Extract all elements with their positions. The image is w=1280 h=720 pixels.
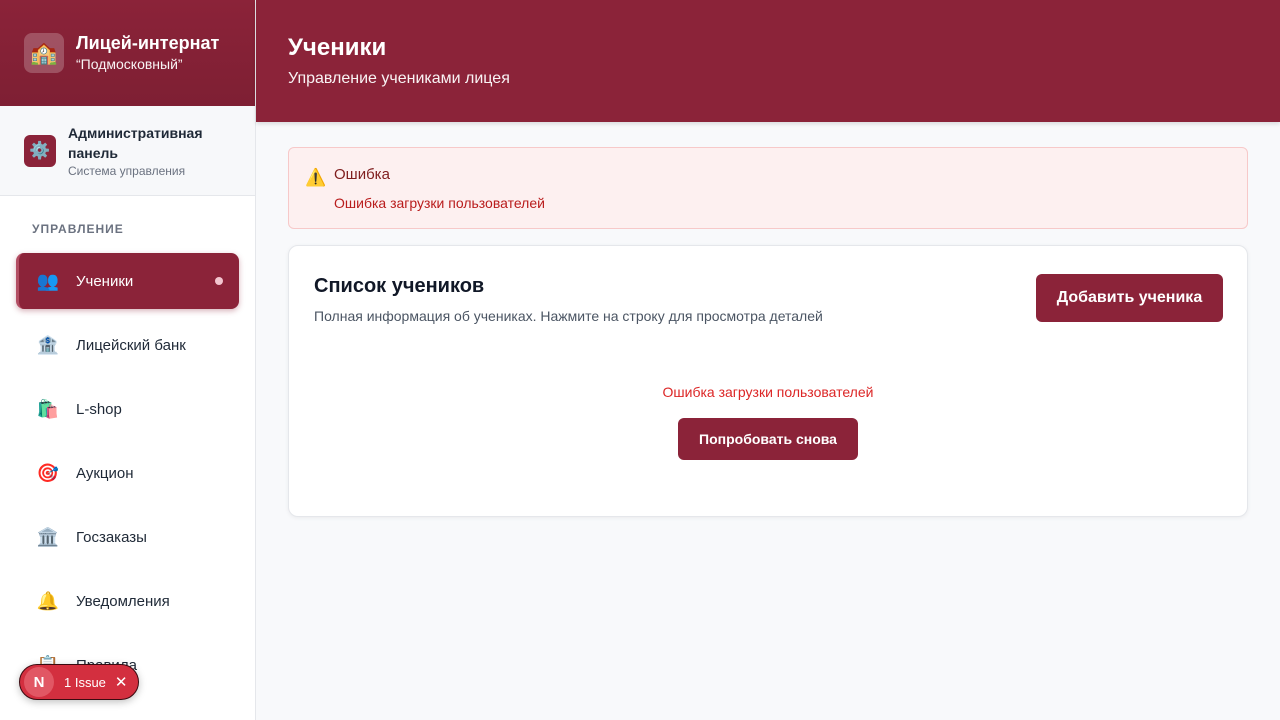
admin-panel-info: ⚙️ Административная панель Система управ… (0, 106, 255, 196)
bank-icon: 🏦 (36, 334, 60, 355)
card-description: Полная информация об учениках. Нажмите н… (314, 308, 823, 324)
brand-subtitle: “Подмосковный” (76, 56, 183, 72)
sidebar-item-label: Ученики (76, 272, 134, 290)
nextjs-logo-icon: N (24, 667, 54, 697)
sidebar-item-label: Лицейский банк (76, 336, 186, 354)
brand-header[interactable]: 🏫 Лицей-интернат “Подмосковный” (0, 0, 255, 106)
error-alert: ⚠️ Ошибка Ошибка загрузки пользователей (288, 147, 1248, 229)
students-list-card: Список учеников Полная информация об уче… (288, 245, 1248, 517)
add-student-button[interactable]: Добавить ученика (1036, 274, 1223, 322)
close-icon[interactable]: ✕ (115, 673, 128, 691)
bell-icon: 🔔 (36, 590, 60, 611)
gear-icon: ⚙️ (24, 134, 56, 167)
users-icon: 👥 (36, 270, 60, 291)
warning-icon: ⚠️ (305, 168, 327, 187)
admin-title: Административная панель (68, 124, 203, 161)
page-title: Ученики (288, 34, 387, 61)
nav-section-label: УПРАВЛЕНИЕ (32, 222, 124, 236)
sidebar-item-students[interactable]: 👥 Ученики (16, 253, 239, 309)
card-title: Список учеников (314, 275, 485, 297)
brand-title: Лицей-интернат (76, 33, 220, 53)
sidebar-item-label: Уведомления (76, 592, 170, 610)
page-subtitle: Управление учениками лицея (288, 70, 510, 87)
school-logo-icon: 🏫 (24, 33, 64, 73)
alert-title: Ошибка (334, 166, 390, 183)
alert-message: Ошибка загрузки пользователей (334, 195, 545, 211)
load-error-text: Ошибка загрузки пользователей (662, 384, 874, 400)
sidebar-item-shop[interactable]: 🛍️ L-shop (16, 381, 239, 437)
active-indicator-dot (215, 277, 223, 285)
shopping-bags-icon: 🛍️ (36, 398, 60, 419)
sidebar-item-bank[interactable]: 🏦 Лицейский банк (16, 317, 239, 373)
sidebar-item-notifications[interactable]: 🔔 Уведомления (16, 573, 239, 629)
page-header: Ученики Управление учениками лицея (256, 0, 1280, 122)
issues-badge[interactable]: N 1 Issue ✕ (19, 664, 139, 700)
sidebar-item-label: Госзаказы (76, 528, 147, 546)
admin-subtitle: Система управления (68, 163, 186, 178)
government-building-icon: 🏛️ (36, 526, 60, 547)
sidebar-item-label: Аукцион (76, 464, 134, 482)
sidebar-item-label: L-shop (76, 400, 122, 418)
issues-count-label[interactable]: 1 Issue (64, 675, 106, 690)
target-icon: 🎯 (36, 462, 60, 483)
sidebar-nav: 👥 Ученики 🏦 Лицейский банк 🛍️ L-shop 🎯 А… (16, 253, 239, 701)
sidebar-item-gov-orders[interactable]: 🏛️ Госзаказы (16, 509, 239, 565)
retry-button[interactable]: Попробовать снова (678, 418, 858, 460)
sidebar: 🏫 Лицей-интернат “Подмосковный” ⚙️ Админ… (0, 0, 256, 720)
sidebar-item-auction[interactable]: 🎯 Аукцион (16, 445, 239, 501)
